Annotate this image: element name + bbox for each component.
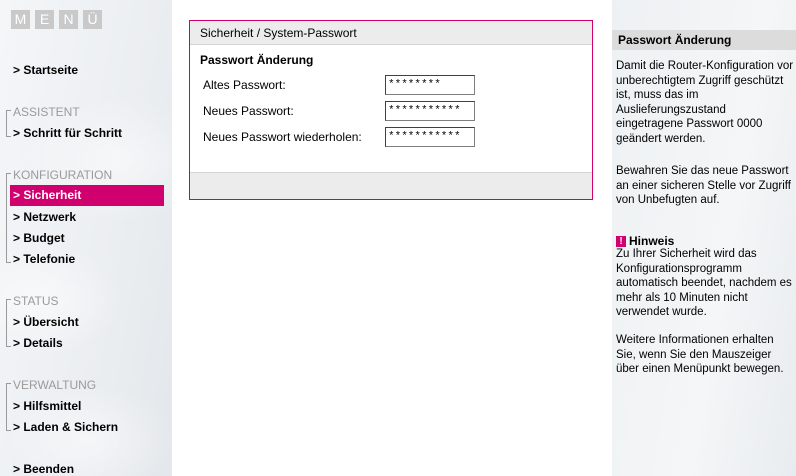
nav-item-telefonie[interactable]: > Telefonie: [13, 252, 75, 266]
section-label-konfiguration: KONFIGURATION: [13, 168, 113, 182]
menu-letter-ue: Ü: [83, 10, 102, 29]
hint-title: Hinweis: [629, 234, 675, 248]
nav-item-details[interactable]: > Details: [13, 336, 63, 350]
nav-item-budget[interactable]: > Budget: [13, 231, 65, 245]
section-label-verwaltung: VERWALTUNG: [13, 378, 97, 392]
nav-item-schritt-fuer-schritt[interactable]: > Schritt für Schritt: [13, 126, 122, 140]
section-bracket: [6, 383, 11, 431]
repeat-password-input[interactable]: ***********: [385, 127, 475, 147]
section-title: Passwort Änderung: [200, 53, 314, 67]
nav-item-hilfsmittel[interactable]: > Hilfsmittel: [13, 399, 81, 413]
password-panel: Sicherheit / System-Passwort Passwort Än…: [189, 20, 593, 200]
help-paragraph-2: Bewahren Sie das neue Passwort an einer …: [616, 165, 791, 207]
help-title: Passwort Änderung: [612, 30, 796, 50]
nav-item-startseite[interactable]: > Startseite: [13, 63, 78, 77]
menu-letter-e: E: [35, 10, 54, 29]
left-navigation: M E N Ü > Startseite ASSISTENT > Schritt…: [0, 0, 172, 476]
panel-footer: [190, 172, 592, 199]
nav-item-sicherheit[interactable]: > Sicherheit: [10, 185, 164, 206]
hint-text: Zu Ihrer Sicherheit wird das Konfigurati…: [616, 248, 792, 319]
repeat-password-label: Neues Passwort wiederholen:: [203, 130, 362, 144]
nav-item-beenden[interactable]: > Beenden: [13, 462, 74, 476]
old-password-label: Altes Passwort:: [203, 78, 286, 92]
section-bracket: [6, 299, 11, 347]
old-password-input[interactable]: ********: [385, 75, 475, 95]
hint-heading: ! Hinweis: [616, 234, 674, 248]
nav-item-uebersicht[interactable]: > Übersicht: [13, 315, 79, 329]
section-label-assistent: ASSISTENT: [13, 105, 80, 119]
menu-logo: M E N Ü: [11, 10, 102, 29]
help-paragraph-3: Weitere Informationen erhalten Sie, wenn…: [616, 334, 784, 376]
warning-icon: !: [616, 235, 626, 247]
breadcrumb: Sicherheit / System-Passwort: [190, 21, 592, 45]
section-bracket: [6, 110, 11, 137]
nav-item-netzwerk[interactable]: > Netzwerk: [13, 210, 76, 224]
new-password-input[interactable]: ***********: [385, 101, 475, 121]
nav-item-laden-sichern[interactable]: > Laden & Sichern: [13, 420, 118, 434]
help-sidebar: Passwort Änderung Damit die Router-Konfi…: [612, 0, 796, 476]
new-password-label: Neues Passwort:: [203, 104, 294, 118]
section-label-status: STATUS: [13, 294, 59, 308]
menu-letter-n: N: [59, 10, 78, 29]
help-paragraph-1: Damit die Router-Konfiguration vor unber…: [616, 60, 794, 145]
menu-letter-m: M: [11, 10, 30, 29]
